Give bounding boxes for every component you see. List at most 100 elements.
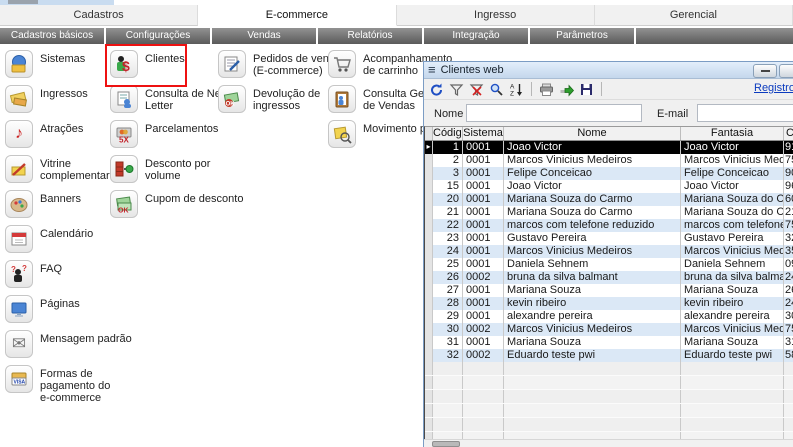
row-selector-gutter[interactable] xyxy=(425,297,433,310)
cell-fantasia[interactable]: Marcos Vinicius Medeiros xyxy=(681,245,784,258)
clientes-grid[interactable]: Código Sistema Nome Fantasia CPF ▸ 1 000… xyxy=(424,126,793,439)
row-selector-gutter[interactable] xyxy=(425,432,433,439)
table-row[interactable]: 22 0001 marcos com telefone reduzido mar… xyxy=(425,219,793,232)
row-selector-gutter[interactable] xyxy=(425,390,433,403)
row-selector-gutter[interactable] xyxy=(425,404,433,417)
grid-header-codigo[interactable]: Código xyxy=(433,127,463,140)
cell-sistema[interactable]: 0001 xyxy=(463,154,504,167)
menu-item-faq[interactable]: ?? FAQ xyxy=(5,260,132,295)
cell-codigo[interactable]: 24 xyxy=(433,245,463,258)
table-row[interactable]: 3 0001 Felipe Conceicao Felipe Conceicao… xyxy=(425,167,793,180)
menu-item-desconto-volume[interactable]: Desconto por volume xyxy=(110,155,243,190)
tab-ecommerce[interactable]: E-commerce xyxy=(198,5,396,26)
row-selector-gutter[interactable] xyxy=(425,310,433,323)
cell-codigo[interactable]: 31 xyxy=(433,336,463,349)
grid-header-sistema[interactable]: Sistema xyxy=(463,127,504,140)
row-selector-gutter[interactable] xyxy=(425,258,433,271)
cell-nome[interactable] xyxy=(504,432,681,439)
cell-sistema[interactable]: 0001 xyxy=(463,219,504,232)
cell-sistema[interactable] xyxy=(463,376,504,389)
cell-codigo[interactable] xyxy=(433,390,463,403)
row-selector-gutter[interactable] xyxy=(425,167,433,180)
cell-codigo[interactable]: 29 xyxy=(433,310,463,323)
menu-item-formas-pagamento[interactable]: VISA Formas de pagamento do e-commerce xyxy=(5,365,132,400)
cell-cpf[interactable]: 31 xyxy=(784,336,793,349)
cell-fantasia[interactable]: Mariana Souza xyxy=(681,336,784,349)
cell-nome[interactable]: Joao Victor xyxy=(504,180,681,193)
table-row[interactable] xyxy=(425,390,793,404)
cell-fantasia[interactable]: Mariana Souza do Carmo xyxy=(681,193,784,206)
subtab-vendas[interactable]: Vendas xyxy=(212,28,316,44)
row-selector-gutter[interactable] xyxy=(425,245,433,258)
tab-ingresso[interactable]: Ingresso xyxy=(397,5,595,26)
cell-cpf[interactable]: 24 xyxy=(784,271,793,284)
cell-nome[interactable]: Mariana Souza xyxy=(504,284,681,297)
window-titlebar[interactable]: ≡ Clientes web xyxy=(424,62,793,79)
print-button[interactable] xyxy=(538,81,555,97)
table-row[interactable]: 15 0001 Joao Victor Joao Victor 96 xyxy=(425,180,793,193)
table-row[interactable]: 30 0002 Marcos Vinicius Medeiros Marcos … xyxy=(425,323,793,336)
tab-cadastros[interactable]: Cadastros xyxy=(0,5,198,26)
cell-sistema[interactable]: 0002 xyxy=(463,271,504,284)
table-row[interactable]: 29 0001 alexandre pereira alexandre pere… xyxy=(425,310,793,323)
cell-codigo[interactable] xyxy=(433,376,463,389)
cell-sistema[interactable] xyxy=(463,362,504,375)
cell-cpf[interactable]: 75 xyxy=(784,154,793,167)
subtab-parametros[interactable]: Parâmetros xyxy=(530,28,634,44)
cell-cpf[interactable]: 60 xyxy=(784,193,793,206)
table-row[interactable]: 26 0002 bruna da silva balmant bruna da … xyxy=(425,271,793,284)
minimize-button[interactable] xyxy=(753,64,777,78)
cell-fantasia[interactable]: Marcos Vinicius Medeiros xyxy=(681,154,784,167)
row-selector-gutter[interactable] xyxy=(425,232,433,245)
cell-fantasia[interactable] xyxy=(681,432,784,439)
preview-button[interactable] xyxy=(558,81,575,97)
cell-codigo[interactable]: 3 xyxy=(433,167,463,180)
cell-codigo[interactable] xyxy=(433,418,463,431)
cell-fantasia[interactable]: alexandre pereira xyxy=(681,310,784,323)
cell-nome[interactable]: Mariana Souza xyxy=(504,336,681,349)
table-row[interactable]: 27 0001 Mariana Souza Mariana Souza 26 xyxy=(425,284,793,297)
cell-fantasia[interactable]: Mariana Souza xyxy=(681,284,784,297)
row-selector-gutter[interactable] xyxy=(425,323,433,336)
cell-cpf[interactable] xyxy=(784,390,793,403)
cell-codigo[interactable] xyxy=(433,362,463,375)
cell-nome[interactable] xyxy=(504,362,681,375)
row-selector-gutter[interactable] xyxy=(425,284,433,297)
cell-fantasia[interactable]: marcos com telefone reduzido xyxy=(681,219,784,232)
cell-fantasia[interactable]: Daniela Sehnem xyxy=(681,258,784,271)
cell-cpf[interactable]: 58 xyxy=(784,349,793,362)
refresh-button[interactable] xyxy=(428,81,445,97)
cell-nome[interactable] xyxy=(504,390,681,403)
cell-fantasia[interactable] xyxy=(681,404,784,417)
cell-cpf[interactable]: 09 xyxy=(784,258,793,271)
table-row[interactable]: 25 0001 Daniela Sehnem Daniela Sehnem 09 xyxy=(425,258,793,271)
cell-nome[interactable]: Marcos Vinicius Medeiros xyxy=(504,245,681,258)
cell-codigo[interactable] xyxy=(433,432,463,439)
window-menu-icon[interactable]: ≡ xyxy=(428,63,436,77)
cell-sistema[interactable] xyxy=(463,390,504,403)
table-row[interactable] xyxy=(425,376,793,390)
grid-header-nome[interactable]: Nome xyxy=(504,127,681,140)
cell-cpf[interactable]: 26 xyxy=(784,284,793,297)
cell-sistema[interactable]: 0001 xyxy=(463,245,504,258)
menu-item-calendario[interactable]: Calendário xyxy=(5,225,132,260)
cell-nome[interactable] xyxy=(504,404,681,417)
cell-codigo[interactable]: 26 xyxy=(433,271,463,284)
cell-cpf[interactable] xyxy=(784,404,793,417)
menu-item-pedidos-venda[interactable]: Pedidos de venda (E-commerce) xyxy=(218,50,341,85)
row-selector-gutter[interactable] xyxy=(425,336,433,349)
tab-gerencial[interactable]: Gerencial xyxy=(595,5,793,26)
cell-codigo[interactable]: 28 xyxy=(433,297,463,310)
cell-fantasia[interactable]: Felipe Conceicao xyxy=(681,167,784,180)
table-row[interactable] xyxy=(425,418,793,432)
cell-nome[interactable]: Eduardo teste pwi xyxy=(504,349,681,362)
cell-fantasia[interactable] xyxy=(681,376,784,389)
cell-fantasia[interactable]: Mariana Souza do Carmo xyxy=(681,206,784,219)
cell-nome[interactable]: Marcos Vinicius Medeiros xyxy=(504,323,681,336)
cell-fantasia[interactable] xyxy=(681,362,784,375)
cell-sistema[interactable] xyxy=(463,404,504,417)
table-row[interactable]: 21 0001 Mariana Souza do Carmo Mariana S… xyxy=(425,206,793,219)
horizontal-scrollbar[interactable] xyxy=(424,439,793,447)
cell-cpf[interactable]: 30 xyxy=(784,310,793,323)
cell-nome[interactable]: bruna da silva balmant xyxy=(504,271,681,284)
